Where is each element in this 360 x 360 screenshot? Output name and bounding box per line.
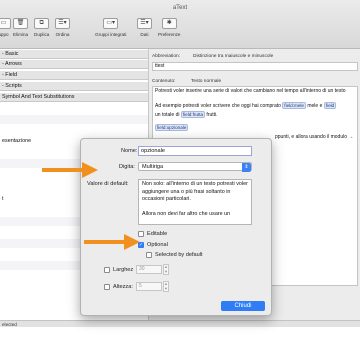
list-item[interactable]: - Basic [0,50,148,59]
sort-icon: ☰▾ [55,18,70,29]
default-textarea[interactable]: Non solo: all'interno di un testo potres… [138,179,252,225]
content-label: Contenuto: [152,79,176,84]
window-title: aText [172,5,188,11]
height-label: Altezza: [113,284,133,290]
chevron-down-icon: ▼ [164,268,168,274]
editable-label: Editable [147,231,168,237]
group-button[interactable]: ▭ uppo [0,18,11,37]
sort-button[interactable]: ☰▾ Ordina [55,18,70,37]
list-row-empty [0,115,148,124]
chevron-down-icon: ▼ [164,285,168,291]
name-field[interactable]: opzionale [138,146,252,156]
default-label: Valore di default: [87,181,129,187]
type-select-value: Multiriga [142,164,164,170]
height-field[interactable]: 5 [136,282,162,291]
field-sheet: Nome: opzionale Digita: Multiriga ⇕ Valo… [80,138,272,316]
selected-default-checkbox[interactable] [146,252,152,258]
content-text: Ad esempio potresti voler scrivere che o… [155,103,281,109]
folder-icon: ▭ [0,18,11,29]
annotation-arrow-icon [42,162,98,178]
content-line: field:opzionale [155,124,357,133]
selected-default-label: Selected by default [155,252,203,258]
type-select[interactable]: Multiriga ⇕ [138,162,252,172]
integrated-groups-button[interactable]: ▭▾ Gruppi integrati [95,18,126,37]
folder-icon: ▭▾ [103,18,119,29]
name-label: Nome: [121,148,138,154]
close-button[interactable]: Chiudi [221,301,265,311]
field-token[interactable]: field:frutta [180,111,206,118]
duplicate-button[interactable]: ⧉ Duplica [34,18,49,37]
delete-button[interactable]: 🗑 Elimina [13,18,28,37]
field-token[interactable]: field [323,102,337,109]
list-item[interactable]: - Arrows [0,60,148,69]
abbreviation-field[interactable]: ttest [152,62,358,71]
width-field[interactable]: 30 [136,265,162,274]
trash-icon: 🗑 [13,18,29,29]
height-stepper[interactable]: ▲ ▼ [163,281,169,292]
list-item[interactable]: Symbol And Text Substitutions [0,93,148,102]
abbreviation-mode[interactable]: Distinzione tra maiuscole e minuscole [193,54,273,59]
abbreviation-label: Abbreviation: [152,54,180,59]
field-token[interactable]: field:mele [282,102,306,109]
width-label: Larghez [113,267,134,273]
data-button[interactable]: ☰▾ Dati [137,18,152,37]
content-mode[interactable]: Testo normale [191,79,221,84]
height-checkbox[interactable] [104,284,110,290]
toolbar: aText ▭ uppo 🗑 Elimina ⧉ Duplica ☰▾ Ordi… [0,0,360,49]
annotation-arrow-icon [84,234,140,250]
list-item[interactable]: - Field [0,71,148,80]
content-line: un totale di field:frutta frutti. [155,111,357,120]
type-label: Digita: [119,164,135,170]
list-item[interactable]: - Scripts [0,82,148,91]
list-icon: ☰▾ [137,18,152,29]
optional-label: Optional [147,242,168,248]
content-text: un totale di [155,112,180,118]
chevron-updown-icon: ⇕ [242,163,251,172]
status-bar: elected [0,320,360,327]
content-text: mele e [307,103,323,109]
width-checkbox[interactable] [104,267,110,273]
width-stepper[interactable]: ▲ ▼ [163,264,169,275]
preferences-button[interactable]: ✱ Preferenze [158,18,180,37]
content-text: frutti. [206,112,218,118]
content-line: Ad esempio potresti voler scrivere che o… [155,102,357,111]
content-line: Potresti voler inserire una serie di val… [155,88,346,94]
duplicate-icon: ⧉ [34,18,50,29]
field-token[interactable]: field:opzionale [155,124,189,131]
gear-icon: ✱ [161,18,177,29]
